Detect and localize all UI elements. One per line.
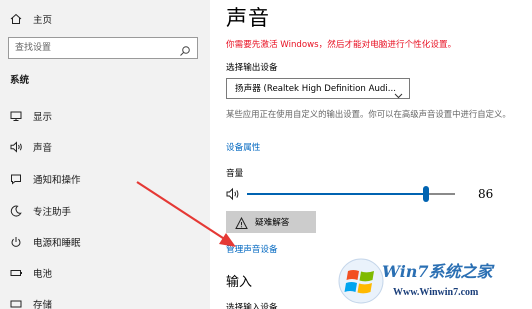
input-section-title: 输入 — [226, 275, 253, 290]
output-device-dropdown[interactable]: 扬声器 (Realtek High Definition Audi... — [226, 78, 410, 99]
home-icon — [9, 12, 23, 26]
search-input[interactable] — [15, 38, 175, 58]
page-title: 声音 — [226, 6, 270, 30]
sidebar-item-label: 声音 — [33, 143, 53, 154]
output-device-value: 扬声器 (Realtek High Definition Audi... — [235, 84, 396, 94]
sidebar-item-notifications[interactable]: 通知和操作 — [0, 165, 210, 193]
monitor-icon — [9, 109, 23, 123]
chevron-down-icon — [394, 85, 403, 99]
input-device-label: 选择输入设备 — [226, 303, 278, 309]
activation-warning: 你需要先激活 Windows，然后才能对电脑进行个性化设置。 — [226, 40, 457, 50]
device-properties-link[interactable]: 设备属性 — [226, 141, 260, 153]
sidebar-item-label: 存储 — [33, 300, 53, 309]
output-device-label: 选择输出设备 — [226, 63, 278, 73]
sidebar-item-display[interactable]: 显示 — [0, 102, 210, 130]
storage-icon — [9, 297, 23, 309]
troubleshoot-button[interactable]: 疑难解答 — [226, 211, 316, 233]
watermark-brand: Win7系统之家 — [382, 262, 493, 281]
volume-slider-thumb[interactable] — [422, 186, 429, 202]
sidebar-item-label: 通知和操作 — [33, 175, 81, 186]
notification-icon — [9, 172, 23, 186]
speaker-icon[interactable] — [226, 186, 242, 202]
warning-icon — [235, 215, 248, 229]
sidebar-item-power[interactable]: 电源和睡眠 — [0, 228, 210, 256]
volume-slider-fill — [247, 193, 426, 195]
sidebar-item-label: 电源和睡眠 — [33, 238, 81, 249]
sidebar-section-title: 系统 — [10, 75, 30, 86]
manage-sound-devices-link[interactable]: 管理声音设备 — [226, 243, 278, 255]
battery-icon — [9, 266, 23, 280]
watermark: Win7系统之家 Www.Winwin7.com — [335, 255, 532, 309]
volume-label: 音量 — [226, 169, 244, 179]
sidebar-item-focus-assist[interactable]: 专注助手 — [0, 197, 210, 225]
settings-search[interactable] — [8, 37, 198, 59]
speaker-icon — [9, 140, 23, 154]
search-icon[interactable] — [179, 42, 191, 56]
windows-logo-icon — [338, 258, 384, 304]
output-description: 某些应用正在使用自定义的输出设置。你可以在高级声音设置中进行自定义。 — [226, 109, 511, 119]
sidebar-item-label: 电池 — [33, 269, 53, 280]
sidebar-item-sound[interactable]: 声音 — [0, 133, 210, 161]
sidebar-home-label: 主页 — [33, 15, 53, 26]
sidebar-home[interactable]: 主页 — [0, 5, 210, 33]
volume-slider[interactable] — [247, 186, 455, 202]
sidebar-item-battery[interactable]: 电池 — [0, 259, 210, 287]
watermark-url: Www.Winwin7.com — [393, 287, 479, 298]
sidebar-item-label: 显示 — [33, 112, 53, 123]
power-icon — [9, 235, 23, 249]
moon-icon — [9, 204, 23, 218]
sidebar-item-storage[interactable]: 存储 — [0, 290, 210, 309]
settings-sidebar: 主页 系统 显示 声音 通知和操作 专注助手 电源和睡眠 — [0, 0, 210, 309]
sidebar-item-label: 专注助手 — [33, 207, 72, 218]
volume-value: 86 — [478, 187, 494, 201]
troubleshoot-label: 疑难解答 — [255, 218, 290, 228]
